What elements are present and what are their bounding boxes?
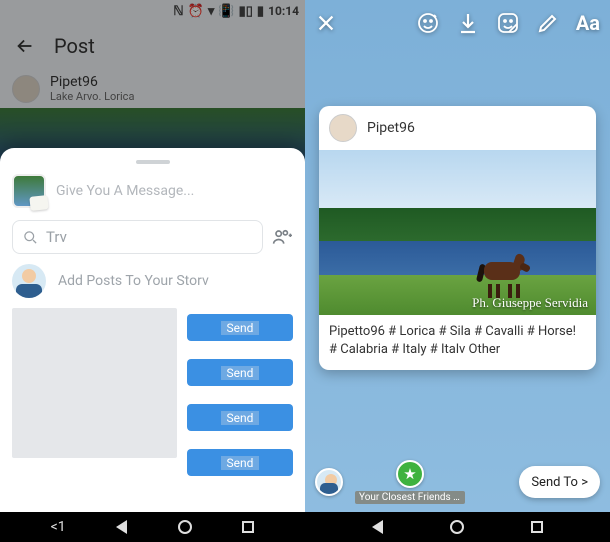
- page-title: Post: [54, 34, 95, 58]
- system-nav-bar: [305, 512, 610, 542]
- back-icon[interactable]: [14, 35, 36, 57]
- author-name: Pipet96: [50, 74, 134, 90]
- self-avatar: [12, 264, 46, 298]
- card-photo: Ph. Giuseppe Servidia: [319, 150, 596, 315]
- story-editor-screen: Aa Pipet96 Ph. Giuseppe Servidia Pipetto…: [305, 0, 610, 542]
- your-story-chip[interactable]: [315, 468, 343, 496]
- story-toolbar: Aa: [305, 0, 610, 46]
- add-people-icon[interactable]: [271, 227, 293, 247]
- message-placeholder: Give You A Message...: [56, 183, 194, 199]
- message-input-row[interactable]: Give You A Message...: [12, 174, 293, 208]
- share-sheet: Give You A Message... Trv Add Posts To Y…: [0, 148, 305, 512]
- status-wifi-icon: ▾: [208, 4, 215, 19]
- close-friends-label: Your Closest Friends Storv: [355, 491, 465, 504]
- send-button[interactable]: Send: [187, 314, 293, 341]
- search-placeholder: Trv: [46, 228, 67, 246]
- post-header: Post: [0, 22, 305, 70]
- close-friends-chip[interactable]: ★ Your Closest Friends Storv: [355, 460, 465, 504]
- sheet-grabber[interactable]: [136, 160, 170, 164]
- recipient-list: Send Send Send Send: [12, 308, 293, 476]
- system-nav-bar: <1: [0, 512, 305, 542]
- list-item: Send Send Send Send: [12, 308, 293, 476]
- author-avatar: [12, 75, 40, 103]
- star-icon: ★: [396, 460, 424, 488]
- status-time: 10:14: [268, 4, 299, 18]
- send-button[interactable]: Send: [187, 359, 293, 386]
- status-bar: ℕ ⏰ ▾ 📳 ▮▯ ▮ 10:14: [0, 0, 305, 22]
- nav-back-icon[interactable]: [372, 520, 383, 534]
- card-caption: Pipetto96 # Lorica # Sila # Cavalli # Ho…: [319, 315, 596, 370]
- draw-icon[interactable]: [536, 11, 560, 35]
- status-vibrate-icon: 📳: [218, 4, 234, 19]
- download-icon[interactable]: [456, 11, 480, 35]
- card-author-avatar: [329, 114, 357, 142]
- sticker-icon[interactable]: [496, 11, 520, 35]
- nav-recent-icon[interactable]: [242, 521, 254, 533]
- status-nfc-icon: ℕ: [173, 4, 183, 19]
- nav-hint: <1: [51, 519, 66, 535]
- your-story-avatar: [315, 468, 343, 496]
- send-button[interactable]: Send: [187, 404, 293, 431]
- recipient-placeholder: [12, 308, 177, 458]
- nav-back-icon[interactable]: [116, 520, 127, 534]
- story-destination-bar: ★ Your Closest Friends Storv Send To >: [305, 452, 610, 512]
- search-icon: [23, 230, 38, 245]
- status-signal-icon: ▮▯: [239, 4, 253, 19]
- card-author-name: Pipet96: [367, 120, 415, 136]
- post-author-row[interactable]: Pipet96 Lake Arvo. Lorica: [0, 70, 305, 109]
- horse-illustration: [478, 254, 530, 292]
- card-header: Pipet96: [319, 106, 596, 150]
- post-thumbnail: [12, 174, 46, 208]
- text-tool-icon[interactable]: Aa: [576, 11, 600, 35]
- status-battery-icon: ▮: [257, 4, 264, 19]
- nav-home-icon[interactable]: [178, 520, 192, 534]
- share-sheet-screen: ℕ ⏰ ▾ 📳 ▮▯ ▮ 10:14 Post Pipet96 Lake Arv…: [0, 0, 305, 542]
- add-to-story-label: Add Posts To Your Storv: [58, 273, 209, 289]
- add-to-story-row[interactable]: Add Posts To Your Storv: [12, 264, 293, 298]
- nav-recent-icon[interactable]: [531, 521, 543, 533]
- reshare-card[interactable]: Pipet96 Ph. Giuseppe Servidia Pipetto96 …: [319, 106, 596, 370]
- search-input[interactable]: Trv: [12, 220, 263, 254]
- nav-home-icon[interactable]: [450, 520, 464, 534]
- send-button[interactable]: Send: [187, 449, 293, 476]
- face-filter-icon[interactable]: [416, 11, 440, 35]
- status-alarm-icon: ⏰: [188, 4, 204, 19]
- author-location: Lake Arvo. Lorica: [50, 90, 134, 103]
- close-icon[interactable]: [315, 12, 337, 34]
- photo-signature: Ph. Giuseppe Servidia: [472, 295, 588, 311]
- send-to-button[interactable]: Send To >: [519, 466, 600, 498]
